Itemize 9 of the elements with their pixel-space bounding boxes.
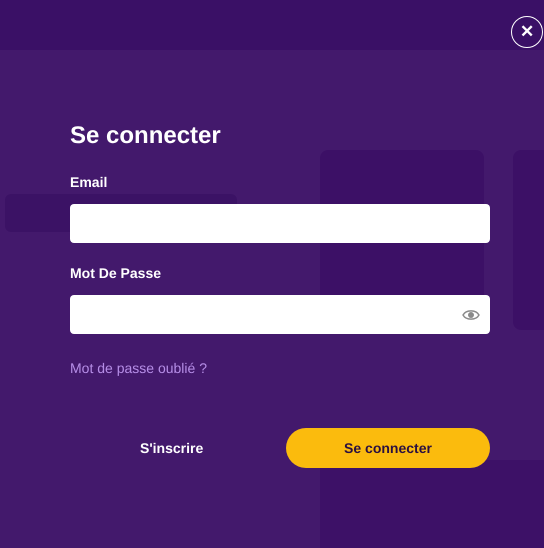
field-label: Email [70,174,108,190]
eye-icon[interactable] [462,308,480,320]
register-link[interactable]: S'inscrire [140,440,204,456]
field-label: Mot De Passe [70,265,162,281]
password-field[interactable] [70,295,490,334]
forgot-password-link[interactable]: Mot de passe oublié ? [70,359,207,377]
email-field[interactable] [70,204,490,243]
login-button[interactable]: Se connecter [286,428,490,468]
dialog-title: Se connecter [70,121,222,151]
